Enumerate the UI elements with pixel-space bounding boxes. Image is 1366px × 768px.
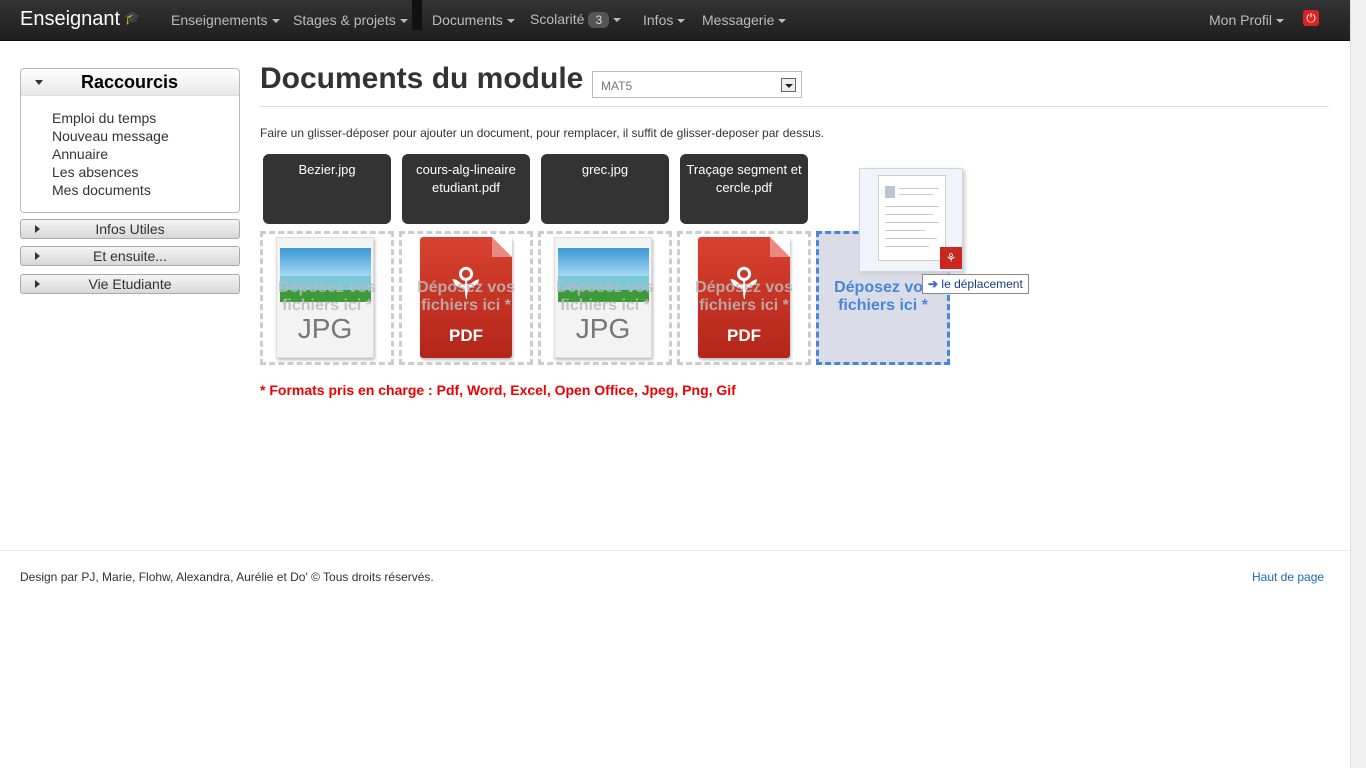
dropzone-hint: Déposez vos fichiers ici * [278, 279, 376, 314]
accordion-infos-utiles[interactable]: Infos Utiles [20, 219, 240, 239]
page-title: Documents du module [260, 62, 584, 95]
graduation-cap-icon: 🎓 [124, 9, 141, 25]
link-nouveau-message[interactable]: Nouveau message [52, 127, 169, 145]
accordion-label: Vie Etudiante [88, 276, 172, 292]
dropzone-hint: Déposez vos fichiers ici * [695, 279, 793, 314]
file-type-label: JPG [297, 313, 353, 344]
vertical-scrollbar[interactable] [1350, 0, 1366, 768]
triangle-down-icon [35, 80, 43, 85]
caret-down-icon [506, 19, 515, 24]
file-type-label: PDF [727, 326, 761, 345]
image-sky [280, 248, 371, 276]
nav-divider [412, 0, 422, 30]
drag-preview-thumbnail: ⚘ [859, 168, 963, 272]
title-divider [260, 106, 1329, 107]
link-les-absences[interactable]: Les absences [52, 163, 169, 181]
top-navbar: Enseignant 🎓 Enseignements Stages & proj… [0, 0, 1350, 41]
text-line [885, 238, 937, 239]
page-fold [492, 237, 512, 257]
nav-stages-projets[interactable]: Stages & projets [293, 12, 408, 28]
caret-down-icon [677, 19, 686, 24]
move-arrow-icon: ➔ [928, 277, 939, 291]
dropzone-file-4[interactable]: ⚘ PDF Déposez vos fichiers ici * [677, 231, 811, 365]
drag-tooltip: ➔ le déplacement [922, 274, 1029, 294]
caret-down-icon [271, 19, 280, 24]
footer-divider [0, 550, 1350, 551]
image-sky [558, 248, 649, 276]
nav-label: Messagerie [702, 12, 775, 28]
caret-down-icon [1276, 19, 1285, 24]
nav-label: Documents [432, 12, 503, 28]
dropzone-file-2[interactable]: ⚘ PDF Déposez vos fichiers ici * [399, 231, 533, 365]
link-emploi-du-temps[interactable]: Emploi du temps [52, 109, 169, 127]
back-to-top-link[interactable]: Haut de page [1252, 570, 1324, 584]
caret-down-icon [778, 19, 787, 24]
text-line [885, 246, 929, 247]
dropzone-file-1[interactable]: JPG Déposez vos fichiers ici * [260, 231, 394, 365]
nav-profile[interactable]: Mon Profil [1209, 12, 1285, 28]
file-card-name[interactable]: grec.jpg [541, 154, 669, 224]
nav-label: Scolarité [530, 11, 585, 27]
text-line [885, 214, 933, 215]
document-thumbnail [878, 175, 946, 261]
nav-documents[interactable]: Documents [432, 12, 515, 28]
nav-label: Stages & projets [293, 12, 396, 28]
pdf-badge-icon: ⚘ [940, 247, 962, 269]
caret-down-icon [399, 19, 408, 24]
footer-credits: Design par PJ, Marie, Flohw, Alexandra, … [20, 570, 434, 584]
file-card-name[interactable]: cours-alg-lineaire etudiant.pdf [402, 154, 530, 224]
photo-placeholder [885, 186, 895, 198]
nav-enseignements[interactable]: Enseignements [171, 12, 280, 28]
shortcuts-panel: Raccourcis Emploi du temps Nouveau messa… [20, 68, 240, 213]
text-line [885, 222, 939, 223]
drag-tooltip-text: le déplacement [941, 277, 1023, 291]
text-line [899, 188, 939, 189]
link-annuaire[interactable]: Annuaire [52, 145, 169, 163]
power-icon[interactable]: ⏻ [1303, 10, 1319, 26]
accordion-label: Et ensuite... [93, 248, 167, 264]
triangle-right-icon [35, 280, 40, 288]
shortcuts-title: Raccourcis [81, 72, 179, 92]
module-select[interactable]: MAT5 [592, 71, 802, 98]
text-line [899, 194, 933, 195]
dropzone-hint: Déposez vos fichiers ici * [556, 279, 654, 314]
caret-down-icon [613, 18, 622, 23]
brand[interactable]: Enseignant 🎓 [20, 8, 140, 31]
notification-badge: 3 [588, 12, 610, 28]
triangle-right-icon [35, 252, 40, 260]
nav-label: Infos [643, 12, 674, 28]
instructions-text: Faire un glisser-déposer pour ajouter un… [260, 126, 825, 140]
accordion-label: Infos Utiles [95, 221, 165, 237]
file-card-name[interactable]: Bezier.jpg [263, 154, 391, 224]
accordion-vie-etudiante[interactable]: Vie Etudiante [20, 274, 240, 294]
module-select-value: MAT5 [601, 79, 633, 93]
file-type-label: PDF [449, 326, 483, 345]
file-card-name[interactable]: Traçage segment et cercle.pdf [680, 154, 808, 224]
dropzone-file-3[interactable]: JPG Déposez vos fichiers ici * [538, 231, 672, 365]
nav-label: Enseignements [171, 12, 268, 28]
nav-infos[interactable]: Infos [643, 12, 686, 28]
page-fold [770, 237, 790, 257]
triangle-right-icon [35, 225, 40, 233]
accordion-et-ensuite[interactable]: Et ensuite... [20, 246, 240, 266]
nav-messagerie[interactable]: Messagerie [702, 12, 787, 28]
brand-label: Enseignant [20, 8, 121, 30]
nav-scolarite[interactable]: Scolarité 3 [530, 11, 622, 28]
shortcuts-header[interactable]: Raccourcis [21, 69, 239, 96]
dropzone-hint: Déposez vos fichiers ici * [417, 279, 515, 314]
link-mes-documents[interactable]: Mes documents [52, 181, 169, 199]
dropdown-arrow-icon[interactable] [781, 78, 796, 92]
supported-formats-note: * Formats pris en charge : Pdf, Word, Ex… [260, 382, 736, 398]
shortcut-links: Emploi du temps Nouveau message Annuaire… [52, 109, 169, 199]
text-line [885, 206, 939, 207]
file-type-label: JPG [575, 313, 631, 344]
nav-label: Mon Profil [1209, 12, 1273, 28]
text-line [885, 230, 925, 231]
